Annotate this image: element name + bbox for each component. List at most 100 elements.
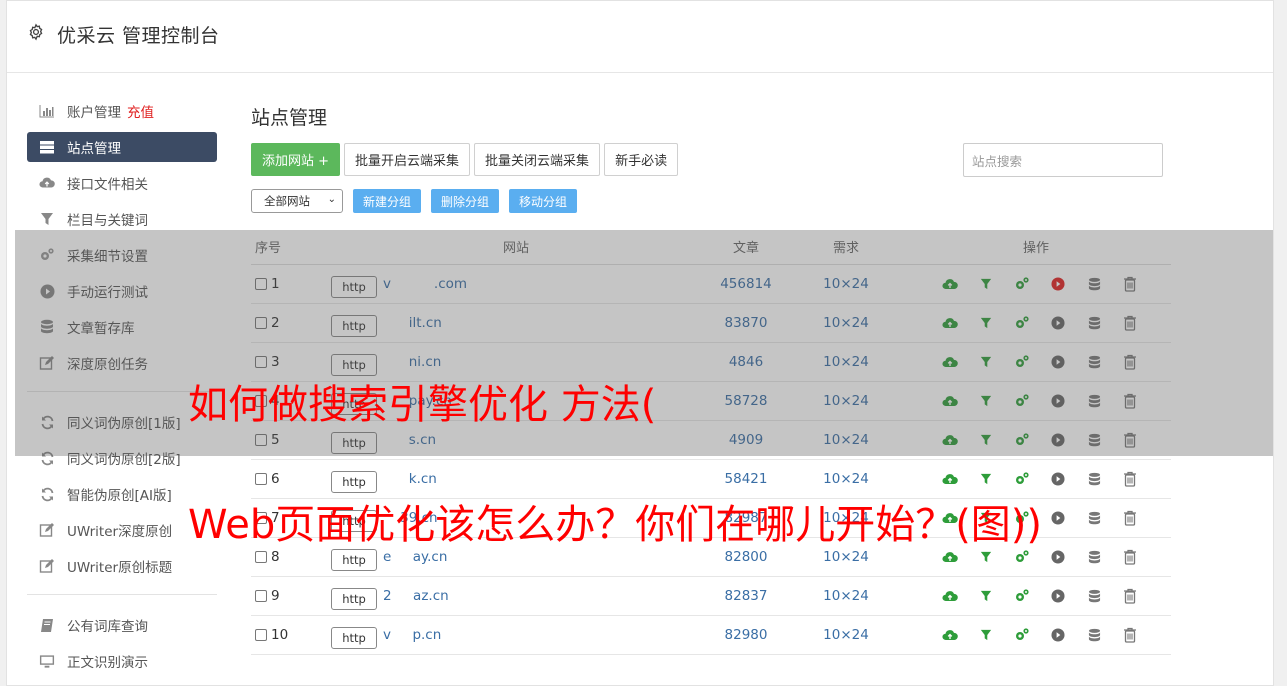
sidebar-item-group1-1[interactable]: 站点管理: [27, 132, 217, 162]
sidebar-item-group1-2[interactable]: 接口文件相关: [27, 165, 217, 201]
guide-button[interactable]: 新手必读: [604, 143, 679, 176]
trash-icon[interactable]: [1121, 548, 1139, 566]
app-title: 优采云 管理控制台: [57, 25, 220, 47]
database-icon[interactable]: [1085, 509, 1103, 527]
top-bar: 优采云 管理控制台: [7, 1, 1273, 73]
new-group-button[interactable]: 新建分组: [353, 189, 422, 213]
site-domain-link[interactable]: v p.cn: [383, 627, 441, 643]
sidebar-item-label: 正文识别演示: [67, 655, 148, 671]
database-icon[interactable]: [1085, 587, 1103, 605]
site-domain-link[interactable]: e ay.cn: [383, 549, 447, 565]
row-number-cell: 9: [251, 588, 331, 604]
protocol-badge[interactable]: http: [331, 588, 377, 610]
site-search-input[interactable]: 站点搜索: [963, 143, 1163, 177]
filter-icon[interactable]: [977, 626, 995, 644]
protocol-badge[interactable]: http: [331, 549, 377, 571]
toolbar: 添加网站 + 批量开启云端采集 批量关闭云端采集 新手必读: [251, 143, 679, 176]
row-actions: [901, 470, 1171, 488]
bar-chart-icon: [39, 103, 55, 119]
row-number-cell: 10: [251, 627, 331, 643]
move-group-button[interactable]: 移动分组: [509, 189, 578, 213]
play-circle-icon[interactable]: [1049, 587, 1067, 605]
trash-icon[interactable]: [1121, 470, 1139, 488]
add-site-button[interactable]: 添加网站 +: [251, 143, 341, 176]
demand-link[interactable]: 10×24: [791, 471, 901, 487]
sidebar-item-group2-4[interactable]: UWriter原创标题: [27, 548, 217, 584]
demand-link[interactable]: 10×24: [791, 549, 901, 565]
sidebar-item-group3-0[interactable]: 公有词库查询: [27, 607, 217, 643]
row-number: 6: [271, 471, 280, 487]
play-circle-icon[interactable]: [1049, 548, 1067, 566]
site-cell: http k.cn: [331, 465, 701, 493]
overlay-headline-1: 如何做搜索引擎优化 方法(: [188, 382, 657, 428]
article-count-link[interactable]: 82980: [701, 627, 791, 643]
gears-icon[interactable]: [1013, 548, 1031, 566]
cloud-upload-icon[interactable]: [941, 470, 959, 488]
group-select-value: 全部网站: [264, 194, 310, 208]
play-circle-icon[interactable]: [1049, 509, 1067, 527]
row-number: 10: [271, 627, 289, 643]
row-number: 9: [271, 588, 280, 604]
gear-icon: [29, 23, 43, 41]
trash-icon[interactable]: [1121, 626, 1139, 644]
row-checkbox[interactable]: [255, 473, 267, 485]
site-domain-link[interactable]: 2 az.cn: [383, 588, 449, 604]
gears-icon[interactable]: [1013, 470, 1031, 488]
database-icon[interactable]: [1085, 470, 1103, 488]
row-actions: [901, 587, 1171, 605]
refresh-icon: [39, 486, 55, 502]
play-circle-icon[interactable]: [1049, 626, 1067, 644]
overlay-headline-2: Web页面优化该怎么办？你们在哪儿开始？(图)): [188, 502, 1043, 548]
gears-icon[interactable]: [1013, 587, 1031, 605]
sidebar-item-group1-0[interactable]: 账户管理 充值: [27, 93, 217, 129]
article-count-link[interactable]: 82837: [701, 588, 791, 604]
protocol-badge[interactable]: http: [331, 471, 377, 493]
monitor-icon: [39, 653, 55, 669]
filter-icon[interactable]: [977, 470, 995, 488]
sidebar-item-label: UWriter深度原创: [67, 524, 173, 540]
row-number-cell: 6: [251, 471, 331, 487]
demand-link[interactable]: 10×24: [791, 627, 901, 643]
recharge-link[interactable]: 充值: [127, 101, 154, 121]
sidebar-item-group3-1[interactable]: 正文识别演示: [27, 643, 217, 679]
filter-icon[interactable]: [977, 587, 995, 605]
delete-group-button[interactable]: 删除分组: [431, 189, 500, 213]
site-cell: http 2 az.cn: [331, 582, 701, 610]
sidebar-item-label: UWriter原创标题: [67, 560, 173, 576]
group-select[interactable]: 全部网站 ⌄: [251, 189, 343, 213]
cloud-upload-icon: [39, 175, 55, 191]
database-icon[interactable]: [1085, 626, 1103, 644]
database-icon[interactable]: [1085, 548, 1103, 566]
cloud-upload-icon[interactable]: [941, 587, 959, 605]
article-count-link[interactable]: 58421: [701, 471, 791, 487]
row-number: 8: [271, 549, 280, 565]
trash-icon[interactable]: [1121, 509, 1139, 527]
main-content: 站点管理 添加网站 + 批量开启云端采集 批量关闭云端采集 新手必读 站点搜索 …: [251, 93, 1251, 655]
row-actions: [901, 626, 1171, 644]
sidebar-divider: [27, 594, 217, 595]
site-cell: http v p.cn: [331, 621, 701, 649]
row-checkbox[interactable]: [255, 590, 267, 602]
trash-icon[interactable]: [1121, 587, 1139, 605]
edit-icon: [39, 558, 55, 574]
batch-close-cloud-button[interactable]: 批量关闭云端采集: [474, 143, 601, 176]
article-count-link[interactable]: 82800: [701, 549, 791, 565]
filter-icon: [39, 211, 55, 227]
sidebar-item-label: 公有词库查询: [67, 619, 148, 635]
cloud-upload-icon[interactable]: [941, 626, 959, 644]
play-circle-icon[interactable]: [1049, 470, 1067, 488]
filter-icon[interactable]: [977, 548, 995, 566]
row-number-cell: 8: [251, 549, 331, 565]
protocol-badge[interactable]: http: [331, 627, 377, 649]
batch-open-cloud-button[interactable]: 批量开启云端采集: [344, 143, 471, 176]
demand-link[interactable]: 10×24: [791, 588, 901, 604]
sidebar-item-label: 智能伪原创[AI版]: [67, 488, 172, 504]
chevron-down-icon: ⌄: [327, 194, 336, 205]
server-icon: [39, 139, 55, 155]
sidebar-item-label: 站点管理: [67, 141, 121, 157]
cloud-upload-icon[interactable]: [941, 548, 959, 566]
row-checkbox[interactable]: [255, 551, 267, 563]
gears-icon[interactable]: [1013, 626, 1031, 644]
site-domain-link[interactable]: k.cn: [383, 471, 437, 487]
row-checkbox[interactable]: [255, 629, 267, 641]
